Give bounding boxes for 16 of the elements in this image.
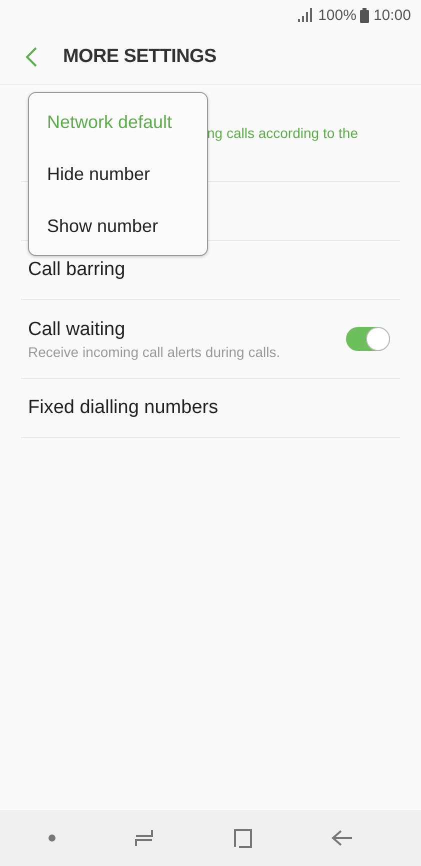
battery-percent: 100% [318, 6, 356, 24]
setting-description: ng calls according to the [207, 125, 359, 141]
setting-description: Receive incoming call alerts during calls. [28, 344, 282, 360]
battery-icon [360, 8, 370, 22]
setting-title: Call waiting [28, 318, 126, 340]
toggle-switch[interactable] [346, 327, 390, 351]
settings-item[interactable]: Fixed dialling numbers [21, 379, 400, 438]
page-title: MORE SETTINGS [63, 46, 216, 68]
recent-apps-icon[interactable] [133, 827, 156, 849]
clock: 10:00 [373, 6, 411, 24]
home-icon[interactable] [232, 827, 254, 849]
back-icon[interactable] [26, 47, 37, 67]
dot-icon[interactable] [48, 834, 56, 842]
back-icon[interactable] [330, 829, 353, 847]
menu-item[interactable]: Hide number [29, 148, 207, 200]
signal-icon [298, 8, 314, 22]
